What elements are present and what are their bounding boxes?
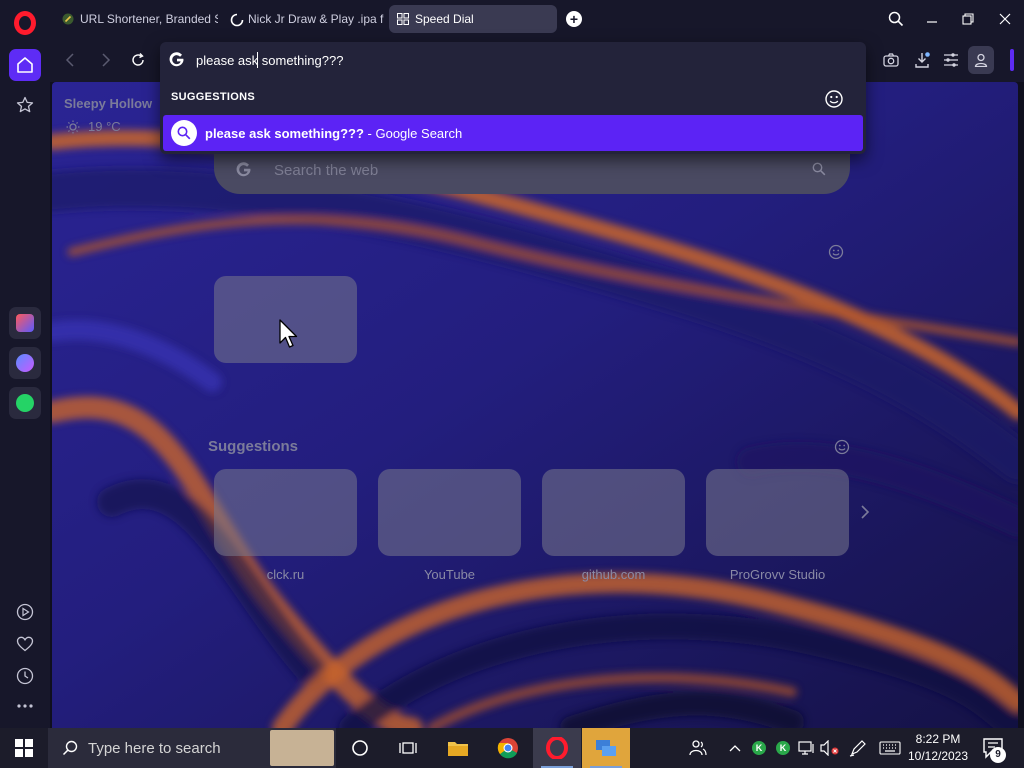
cortana-icon[interactable] bbox=[336, 728, 384, 768]
link-favicon-icon bbox=[62, 13, 74, 25]
close-icon[interactable] bbox=[994, 8, 1016, 30]
tab-title: Nick Jr Draw & Play .ipa f bbox=[248, 12, 384, 26]
search-icon bbox=[62, 740, 78, 756]
google-icon bbox=[236, 162, 251, 177]
weather-temperature[interactable]: 19 °C bbox=[66, 119, 121, 134]
suggestions-title: Suggestions bbox=[208, 438, 299, 455]
loading-icon bbox=[230, 13, 244, 27]
heart-icon[interactable] bbox=[9, 628, 41, 660]
kaspersky-icon[interactable]: K bbox=[752, 741, 766, 755]
tab-search-icon[interactable] bbox=[885, 8, 907, 30]
windows-start-icon[interactable] bbox=[0, 728, 48, 768]
sun-icon bbox=[66, 120, 80, 133]
web-search-input[interactable] bbox=[274, 161, 774, 179]
suggestion-tile-youtube[interactable] bbox=[378, 469, 521, 556]
chevron-right-icon[interactable] bbox=[858, 504, 872, 520]
tab-title: Speed Dial bbox=[415, 12, 474, 26]
suggestion-suffix: - Google Search bbox=[363, 125, 463, 141]
tab-title: URL Shortener, Branded S bbox=[80, 12, 218, 26]
google-icon bbox=[169, 52, 184, 67]
suggestion-tile-progrovv[interactable] bbox=[706, 469, 849, 556]
tab-url-shortener[interactable]: URL Shortener, Branded S bbox=[54, 5, 218, 33]
address-bar-dropdown: SUGGESTIONS please ask something??? - Go… bbox=[160, 42, 866, 154]
suggestion-tile-label: github.com bbox=[581, 567, 646, 582]
emoji-icon[interactable] bbox=[824, 89, 844, 109]
whatsapp-icon[interactable] bbox=[9, 387, 41, 419]
opera-logo-icon[interactable] bbox=[14, 11, 36, 35]
tab-speed-dial[interactable]: Speed Dial bbox=[389, 5, 557, 33]
people-icon[interactable] bbox=[688, 738, 708, 758]
address-bar-input[interactable] bbox=[196, 50, 796, 70]
forward-icon[interactable] bbox=[96, 50, 116, 70]
taskbar-search-box[interactable]: Type here to search bbox=[48, 728, 336, 768]
search-icon[interactable] bbox=[812, 162, 826, 176]
suggestion-tile-label: YouTube bbox=[423, 567, 476, 582]
chrome-icon[interactable] bbox=[484, 728, 532, 768]
more-icon[interactable] bbox=[9, 690, 41, 722]
search-highlight-image bbox=[270, 730, 334, 766]
suggestion-tile-github[interactable] bbox=[542, 469, 685, 556]
taskbar-search-text: Type here to search bbox=[88, 739, 221, 757]
notification-count-badge: 9 bbox=[990, 747, 1006, 763]
network-icon[interactable] bbox=[797, 738, 817, 758]
kaspersky-vpn-icon[interactable]: K bbox=[776, 741, 790, 755]
tab-strip: URL Shortener, Branded S Nick Jr Draw & … bbox=[50, 0, 1024, 38]
history-icon[interactable] bbox=[9, 660, 41, 692]
clock-date: 10/12/2023 bbox=[907, 749, 969, 763]
profile-icon[interactable] bbox=[968, 46, 994, 74]
new-tab-button[interactable]: + bbox=[566, 11, 582, 27]
weather-location[interactable]: Sleepy Hollow bbox=[64, 96, 152, 111]
downloads-icon[interactable] bbox=[910, 48, 934, 72]
suggestion-text: please ask something??? - Google Search bbox=[205, 126, 462, 141]
search-suggestion-row[interactable]: please ask something??? - Google Search bbox=[163, 115, 863, 151]
pen-icon[interactable] bbox=[848, 738, 868, 758]
speed-dial-icon bbox=[397, 13, 409, 25]
minimize-icon[interactable] bbox=[921, 8, 943, 30]
star-icon[interactable] bbox=[9, 89, 41, 121]
easy-setup-icon[interactable] bbox=[939, 48, 963, 72]
file-explorer-icon[interactable] bbox=[434, 728, 482, 768]
sidebar-accent-bar bbox=[1010, 49, 1014, 71]
pinned-app-icon[interactable] bbox=[582, 728, 630, 768]
reload-icon[interactable] bbox=[128, 50, 148, 70]
camera-icon[interactable] bbox=[879, 48, 903, 72]
text-caret bbox=[257, 52, 258, 68]
speed-dial-page: Sleepy Hollow 19 °C Suggestions clck.ru … bbox=[52, 82, 1018, 728]
suggestion-tile-label: ProGrovv Studio bbox=[729, 567, 826, 582]
suggestion-tile-clck[interactable] bbox=[214, 469, 357, 556]
windows-taskbar: Type here to search K K 8:22 PM 10/12/20… bbox=[0, 728, 1024, 768]
taskbar-clock[interactable]: 8:22 PM 10/12/2023 bbox=[906, 731, 970, 765]
tab-nick-jr[interactable]: Nick Jr Draw & Play .ipa f bbox=[222, 5, 386, 33]
back-icon[interactable] bbox=[60, 50, 80, 70]
clock-time: 8:22 PM bbox=[915, 732, 961, 746]
suggestions-emoji-icon[interactable] bbox=[834, 439, 850, 455]
mouse-pointer-icon bbox=[279, 319, 298, 348]
home-icon[interactable] bbox=[9, 49, 41, 81]
player-icon[interactable] bbox=[9, 596, 41, 628]
volume-muted-icon[interactable] bbox=[820, 738, 840, 758]
opera-taskbar-icon[interactable] bbox=[533, 728, 581, 768]
opera-sidebar bbox=[0, 0, 50, 728]
aria-app-icon[interactable] bbox=[9, 307, 41, 339]
temperature-value: 19 °C bbox=[88, 119, 121, 134]
suggestions-header: SUGGESTIONS bbox=[171, 91, 255, 103]
chevron-up-icon[interactable] bbox=[725, 738, 745, 758]
restore-icon[interactable] bbox=[957, 8, 979, 30]
messenger-icon[interactable] bbox=[9, 347, 41, 379]
speed-dial-emoji-icon[interactable] bbox=[828, 244, 844, 260]
task-view-icon[interactable] bbox=[384, 728, 432, 768]
suggestion-tile-label: clck.ru bbox=[266, 567, 305, 582]
suggestion-query: please ask something??? bbox=[205, 125, 364, 141]
search-icon bbox=[171, 120, 197, 146]
keyboard-icon[interactable] bbox=[878, 738, 902, 758]
